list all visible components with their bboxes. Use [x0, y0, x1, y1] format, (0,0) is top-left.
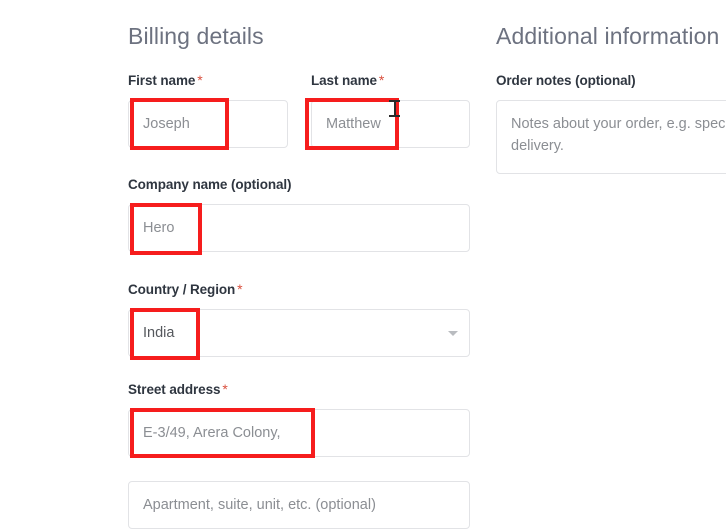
company-name-input[interactable]: Hero	[128, 204, 470, 252]
additional-information-heading: Additional information	[496, 23, 720, 49]
checkout-form: Billing details First name * Joseph Last …	[0, 0, 726, 529]
street-address-input[interactable]: E-3/49, Arera Colony,	[128, 409, 470, 457]
first-name-label: First name *	[128, 72, 203, 90]
last-name-input[interactable]: Matthew	[311, 100, 470, 148]
last-name-label-text: Last name	[311, 73, 377, 88]
company-name-label-text: Company name (optional)	[128, 177, 292, 192]
street-address-label: Street address *	[128, 381, 228, 399]
country-region-select[interactable]: India	[128, 309, 470, 357]
order-notes-label-text: Order notes (optional)	[496, 73, 636, 88]
chevron-down-icon	[448, 331, 458, 336]
first-name-label-text: First name	[128, 73, 196, 88]
street-address-line2-input[interactable]: Apartment, suite, unit, etc. (optional)	[128, 481, 470, 529]
last-name-required-marker: *	[378, 72, 385, 88]
country-region-required-marker: *	[237, 281, 243, 297]
country-region-label-text: Country / Region	[128, 282, 236, 297]
order-notes-textarea[interactable]: Notes about your order, e.g. special not…	[496, 100, 726, 174]
country-region-label: Country / Region *	[128, 281, 243, 299]
country-region-selected-value: India	[143, 325, 175, 341]
billing-details-heading: Billing details	[128, 23, 264, 49]
street-address-required-marker: *	[222, 381, 228, 397]
first-name-input[interactable]: Joseph	[128, 100, 288, 148]
order-notes-label: Order notes (optional)	[496, 72, 636, 90]
first-name-required-marker: *	[197, 72, 203, 88]
company-name-label: Company name (optional)	[128, 176, 292, 194]
street-address-label-text: Street address	[128, 382, 221, 397]
last-name-label: Last name *	[311, 72, 384, 90]
